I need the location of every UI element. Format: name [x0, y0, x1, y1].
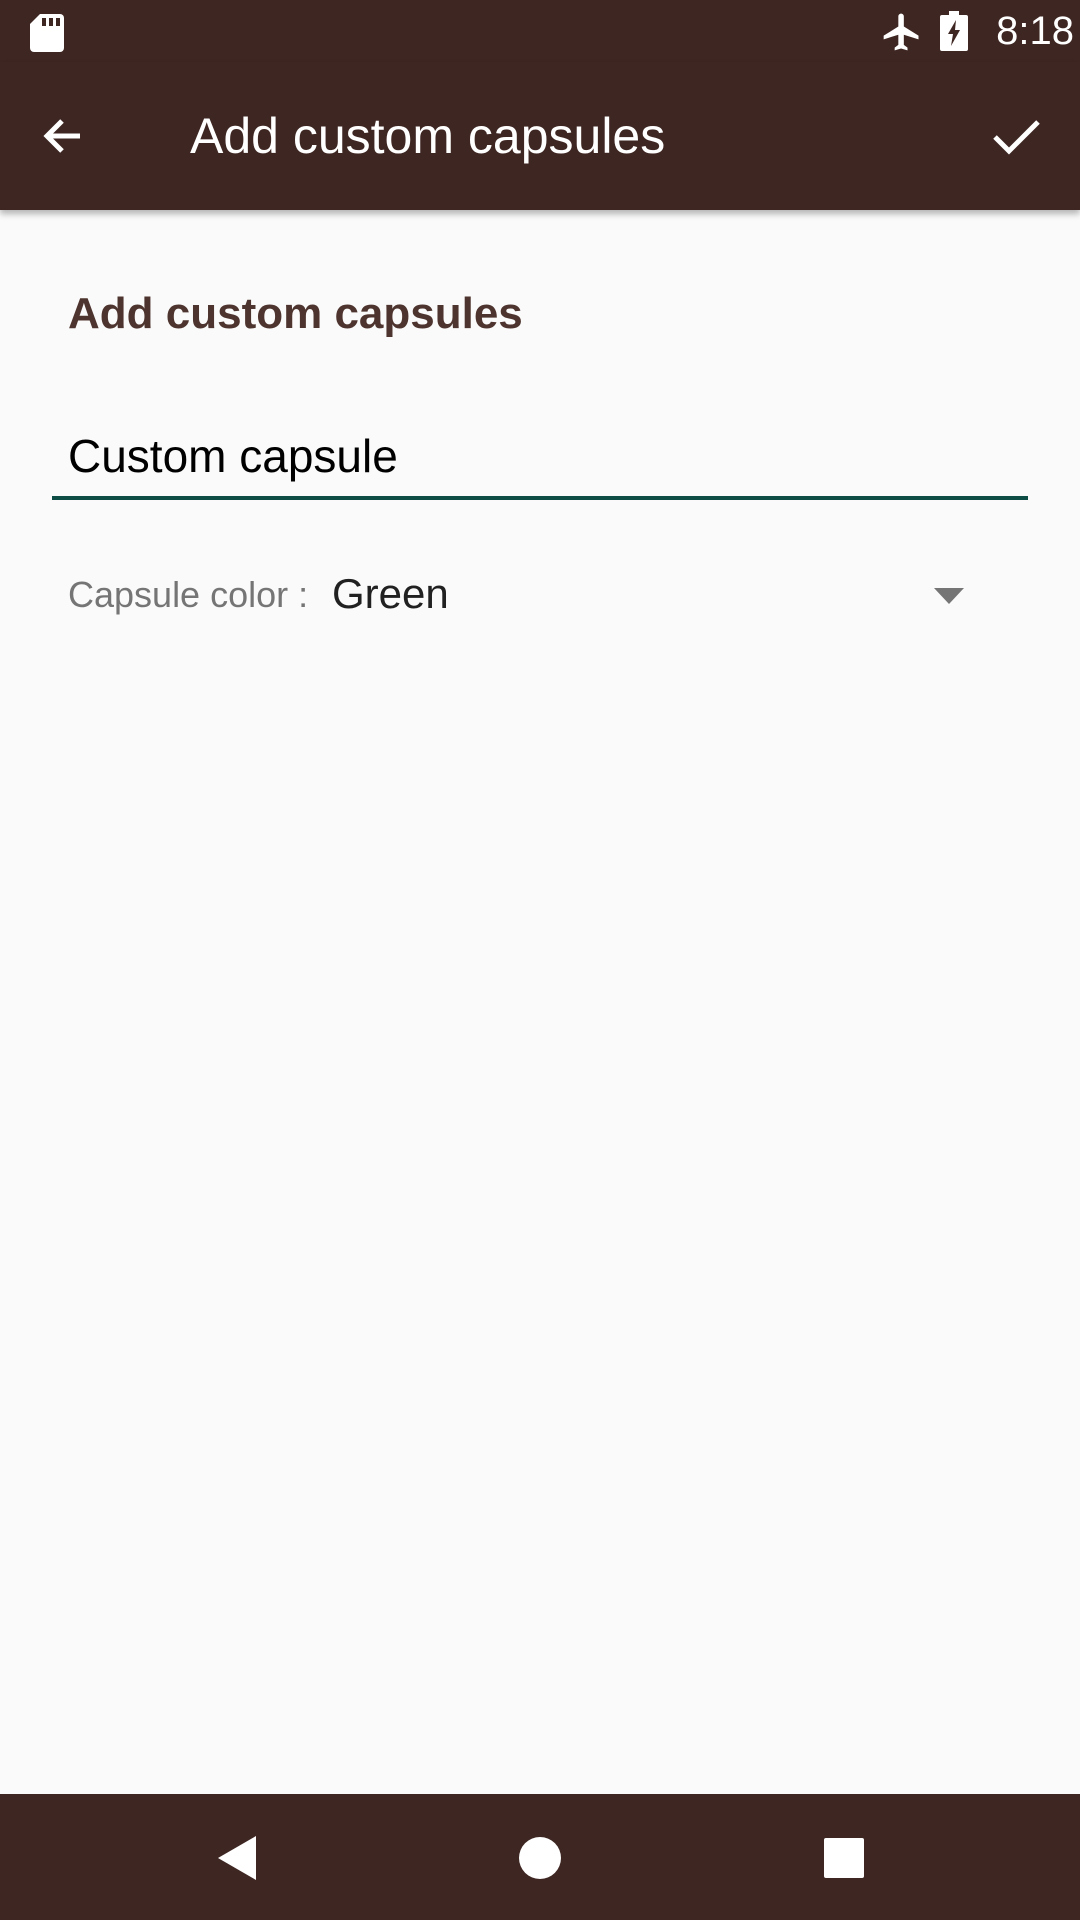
nav-back-icon[interactable] — [210, 1828, 270, 1888]
capsule-name-value: Custom capsule — [68, 430, 398, 482]
system-nav-bar — [0, 1794, 1080, 1920]
sd-card-icon — [30, 14, 64, 52]
app-bar: Add custom capsules — [0, 62, 1080, 210]
capsule-name-field[interactable]: Custom capsule — [52, 416, 1028, 500]
form-content: Add custom capsules Custom capsule Capsu… — [0, 210, 1080, 1794]
capsule-color-value: Green — [332, 570, 449, 617]
section-title: Add custom capsules — [68, 289, 523, 338]
capsule-color-dropdown[interactable]: Green — [322, 560, 976, 630]
dropdown-arrow-icon — [934, 588, 964, 604]
check-icon[interactable] — [980, 102, 1052, 170]
capsule-color-label: Capsule color : — [68, 574, 309, 615]
arrow-back-icon[interactable] — [30, 102, 98, 170]
status-bar: 8:18 — [0, 0, 1080, 62]
status-clock: 8:18 — [996, 9, 1074, 53]
nav-home-icon[interactable] — [510, 1828, 570, 1888]
airplane-mode-icon — [883, 13, 919, 51]
page-title: Add custom capsules — [190, 108, 666, 164]
nav-recents-icon[interactable] — [814, 1830, 874, 1890]
battery-charging-icon — [940, 11, 968, 51]
